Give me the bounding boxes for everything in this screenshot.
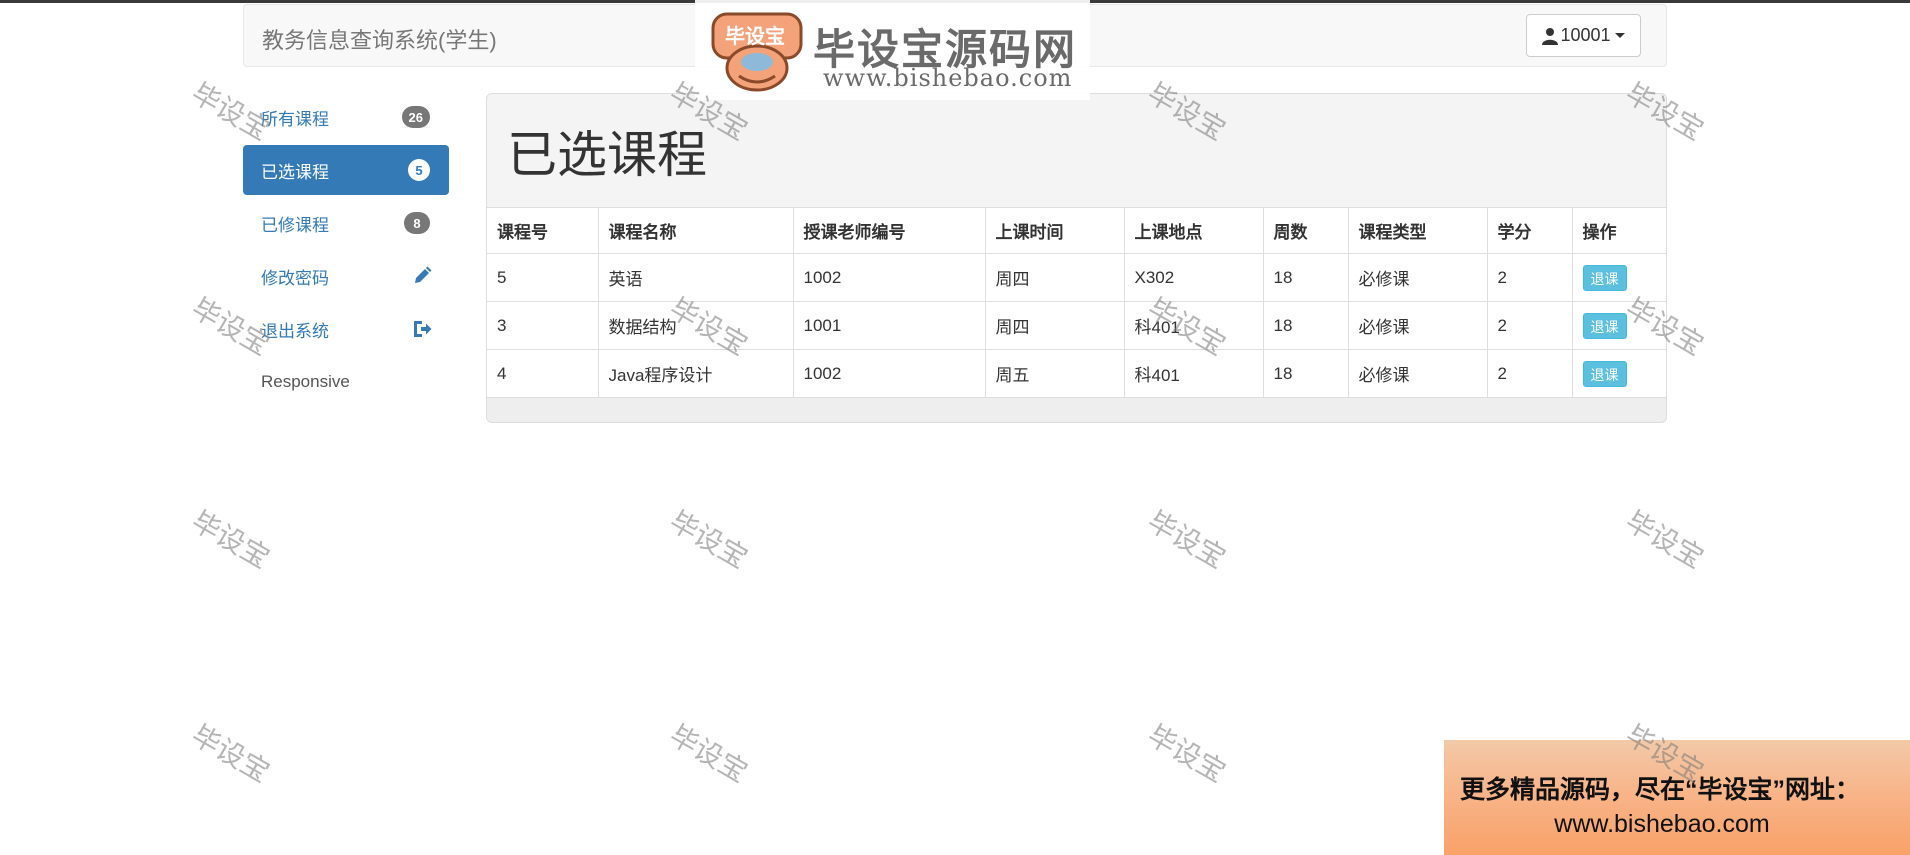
column-header: 操作 bbox=[1571, 207, 1666, 254]
column-header: 上课地点 bbox=[1123, 207, 1264, 254]
column-header: 学分 bbox=[1486, 207, 1573, 254]
sidebar: 所有课程 26 已选课程 5 已修课程 8 修改密码 退出系统 Responsi… bbox=[243, 92, 449, 407]
chevron-down-icon bbox=[1614, 33, 1625, 38]
table-header-row: 课程号 课程名称 授课老师编号 上课时间 上课地点 周数 课程类型 学分 操作 bbox=[487, 207, 1666, 254]
page-title: 已选课程 bbox=[507, 126, 707, 183]
watermark: 毕设宝 bbox=[186, 718, 276, 789]
table-cell: 数据结构 bbox=[597, 301, 794, 350]
sidebar-item-label: 所有课程 bbox=[261, 109, 329, 129]
sidebar-item-change-password[interactable]: 修改密码 bbox=[243, 251, 449, 301]
drop-course-button[interactable]: 退课 bbox=[1582, 360, 1627, 387]
table-cell: 1002 bbox=[792, 253, 986, 302]
action-cell: 退课 bbox=[1571, 253, 1666, 302]
course-table: 课程号 课程名称 授课老师编号 上课时间 上课地点 周数 课程类型 学分 操作 … bbox=[487, 207, 1666, 398]
table-cell: 2 bbox=[1486, 253, 1573, 302]
table-cell: 1002 bbox=[792, 349, 986, 398]
drop-course-button[interactable]: 退课 bbox=[1582, 312, 1627, 339]
sidebar-item-label: 修改密码 bbox=[261, 268, 329, 288]
user-id-label: 10001 bbox=[1560, 25, 1611, 45]
table-cell: 周四 bbox=[984, 301, 1125, 350]
table-cell: 2 bbox=[1486, 301, 1573, 350]
page-header: 已选课程 bbox=[487, 94, 1666, 207]
watermark: 毕设宝 bbox=[664, 718, 754, 789]
drop-course-button[interactable]: 退课 bbox=[1582, 264, 1627, 291]
sidebar-item-label: 已修课程 bbox=[261, 215, 329, 235]
column-header: 课程类型 bbox=[1347, 207, 1488, 254]
table-cell: 18 bbox=[1262, 301, 1349, 350]
count-badge: 26 bbox=[401, 106, 430, 128]
action-cell: 退课 bbox=[1571, 349, 1666, 398]
table-cell: 英语 bbox=[597, 253, 794, 302]
table-cell: 必修课 bbox=[1347, 301, 1488, 350]
table-row: 4 Java程序设计 1002 周五 科401 18 必修课 2 退课 bbox=[487, 349, 1666, 398]
column-header: 课程名称 bbox=[597, 207, 794, 254]
watermark: 毕设宝 bbox=[1142, 718, 1232, 789]
page: 教务信息查询系统(学生) 10001 所有课程 26 已选课程 5 已修课程 8… bbox=[0, 0, 1910, 855]
user-icon bbox=[1542, 27, 1559, 45]
sidebar-item-selected-courses[interactable]: 已选课程 5 bbox=[243, 145, 449, 195]
column-header: 周数 bbox=[1262, 207, 1349, 254]
table-cell: 18 bbox=[1262, 253, 1349, 302]
table-cell: 周四 bbox=[984, 253, 1125, 302]
count-badge: 5 bbox=[408, 159, 430, 181]
sidebar-item-all-courses[interactable]: 所有课程 26 bbox=[243, 92, 449, 142]
logo-url: www.bishebao.com bbox=[823, 64, 1073, 92]
promo-url: www.bishebao.com bbox=[1554, 810, 1770, 838]
promo-text: 更多精品源码，尽在“毕设宝”网址： bbox=[1460, 776, 1861, 804]
table-cell: 科401 bbox=[1123, 349, 1264, 398]
watermark: 毕设宝 bbox=[1620, 504, 1710, 575]
pencil-icon bbox=[412, 266, 432, 286]
table-cell: 周五 bbox=[984, 349, 1125, 398]
site-logo: 毕设宝 毕设宝源码网 www.bishebao.com bbox=[695, 0, 1090, 100]
sidebar-item-label: 已选课程 bbox=[261, 162, 329, 182]
table-cell: Java程序设计 bbox=[597, 349, 794, 398]
sidebar-footer-text: Responsive bbox=[261, 372, 350, 391]
column-header: 课程号 bbox=[487, 207, 599, 254]
watermark: 毕设宝 bbox=[186, 504, 276, 575]
table-cell: 科401 bbox=[1123, 301, 1264, 350]
table-row: 5 英语 1002 周四 X302 18 必修课 2 退课 bbox=[487, 253, 1666, 302]
watermark: 毕设宝 bbox=[1142, 504, 1232, 575]
table-cell: 1001 bbox=[792, 301, 986, 350]
table-cell: 18 bbox=[1262, 349, 1349, 398]
user-menu-dropdown[interactable]: 10001 bbox=[1526, 14, 1641, 57]
logo-badge-text: 毕设宝 bbox=[725, 24, 785, 48]
logo-badge-icon: 毕设宝 bbox=[709, 10, 805, 94]
main-panel: 已选课程 课程号 课程名称 授课老师编号 上课时间 上课地点 周数 课程类型 学… bbox=[486, 93, 1667, 423]
action-cell: 退课 bbox=[1571, 301, 1666, 350]
table-cell: 2 bbox=[1486, 349, 1573, 398]
logout-icon bbox=[412, 319, 432, 339]
watermark: 毕设宝 bbox=[664, 504, 754, 575]
table-row: 3 数据结构 1001 周四 科401 18 必修课 2 退课 bbox=[487, 301, 1666, 350]
table-cell: 4 bbox=[487, 349, 599, 398]
sidebar-item-label: 退出系统 bbox=[261, 321, 329, 341]
column-header: 上课时间 bbox=[984, 207, 1125, 254]
sidebar-item-logout[interactable]: 退出系统 bbox=[243, 304, 449, 354]
table-cell: 必修课 bbox=[1347, 253, 1488, 302]
sidebar-item-completed-courses[interactable]: 已修课程 8 bbox=[243, 198, 449, 248]
table-cell: 3 bbox=[487, 301, 599, 350]
promo-banner[interactable]: 更多精品源码，尽在“毕设宝”网址： www.bishebao.com bbox=[1444, 740, 1910, 855]
table-cell: 必修课 bbox=[1347, 349, 1488, 398]
table-cell: X302 bbox=[1123, 253, 1264, 302]
table-cell: 5 bbox=[487, 253, 599, 302]
column-header: 授课老师编号 bbox=[792, 207, 986, 254]
app-title[interactable]: 教务信息查询系统(学生) bbox=[262, 23, 497, 55]
count-badge: 8 bbox=[404, 212, 430, 234]
